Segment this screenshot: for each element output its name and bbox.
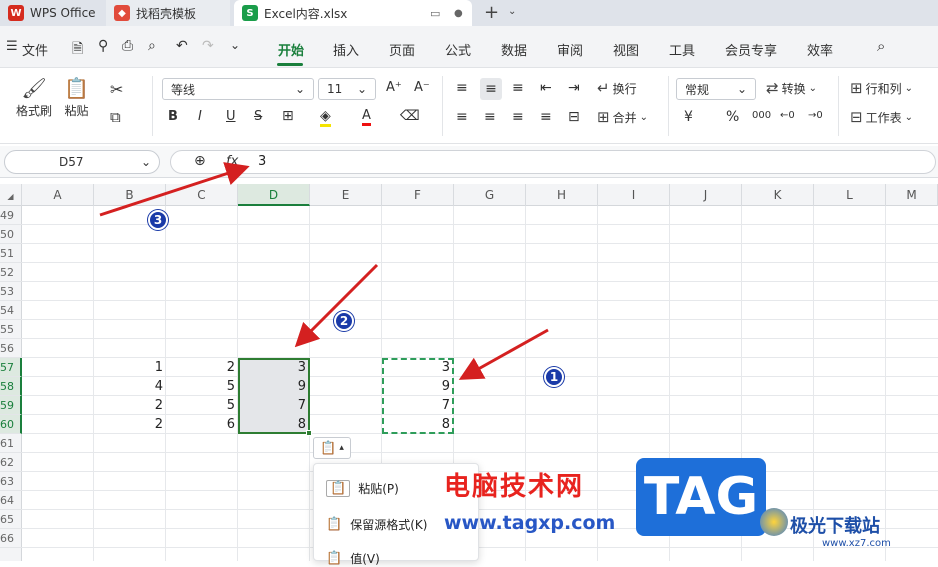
arrow-2 [294,263,379,348]
watermark-tag-logo: TAG [636,458,766,536]
watermark-brand-url: www.xz7.com [822,538,891,549]
annotation-badge-1: 1 [544,367,564,387]
aurora-logo-icon [760,508,788,536]
annotation-badge-2: 2 [334,311,354,331]
watermark-url: www.tagxp.com [444,512,616,534]
arrow-3 [99,162,250,217]
watermark-brand: 极光下载站 [790,516,880,537]
annotation-badge-3: 3 [148,210,168,230]
arrow-1 [458,328,549,380]
watermark-site-name: 电脑技术网 [444,472,585,502]
